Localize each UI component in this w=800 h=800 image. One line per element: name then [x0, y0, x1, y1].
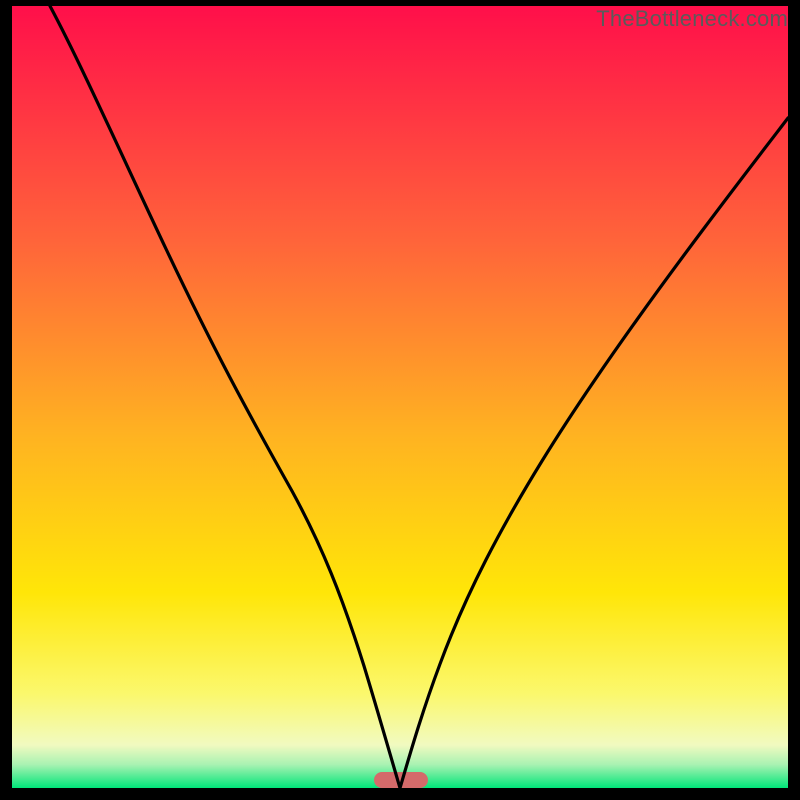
watermark-text: TheBottleneck.com — [596, 6, 788, 32]
chart-svg — [12, 6, 788, 788]
chart-frame: TheBottleneck.com — [0, 0, 800, 800]
plot-area — [12, 6, 788, 788]
gradient-background — [12, 6, 788, 788]
